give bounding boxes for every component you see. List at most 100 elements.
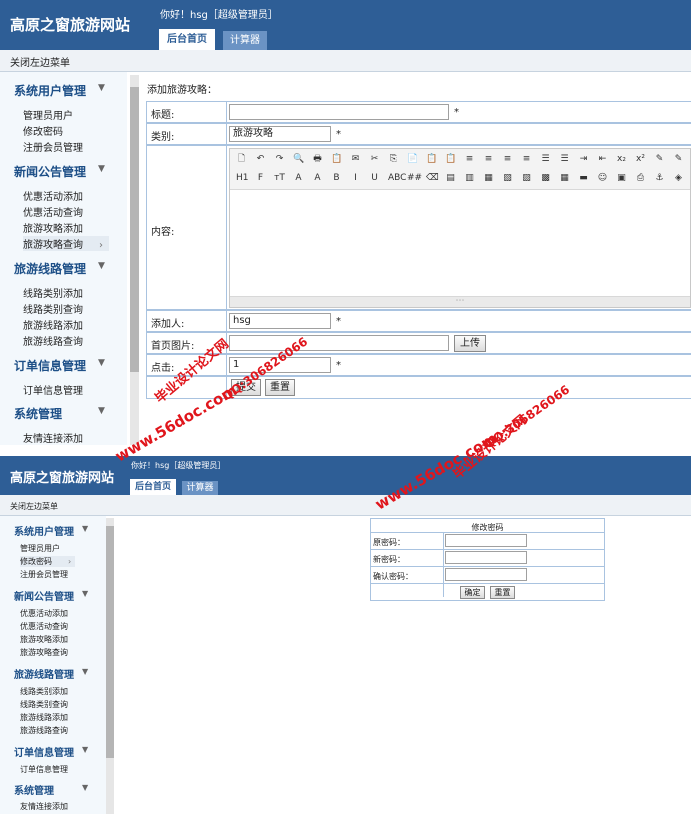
group-routes[interactable]: 旅游线路管理 ▼ [14,260,105,277]
menu-friend-link-add[interactable]: 友情连接添加 [23,430,83,445]
upload-button[interactable]: 上传 [454,335,486,352]
editor-tool-icon[interactable]: ✂ [369,154,380,165]
menu-member-manage[interactable]: 注册会员管理 [23,139,83,154]
editor-tool-icon[interactable]: ✎ [673,154,684,165]
menu-route-query[interactable]: 旅游线路查询 [20,725,68,736]
group-routes[interactable]: 旅游线路管理 ▼ [14,666,88,681]
editor-tool-icon[interactable]: H1 [236,173,249,184]
rich-text-editor[interactable]: 🗋 ↶ ↷ 🔍 🖶 📋 ✉ ✂ ⎘ 📄 📋 📋 ≡ ≡ ≡ ≡ ☰ ☰ ⇥ ⇤ x₂ x² ✎ ✎ H1 FтT A A B I U ABC… [229,148,691,308]
menu-route-cat-query[interactable]: 线路类别查询 [20,699,68,710]
editor-tool-icon[interactable]: ▦ [483,173,494,184]
old-password-input[interactable] [445,534,527,547]
editor-tool-icon[interactable]: ⇤ [597,154,608,165]
menu-strategy-query[interactable]: 旅游攻略查询 › [23,236,109,251]
group-orders[interactable]: 订单信息管理 ▼ [14,357,105,374]
scrollbar-thumb[interactable] [106,526,114,758]
reset-button[interactable]: 重置 [265,379,295,396]
editor-tool-icon[interactable]: ≡ [464,154,475,165]
menu-order-manage[interactable]: 订单信息管理 [20,764,68,775]
editor-tool-icon[interactable]: I [350,173,361,184]
menu-promo-add[interactable]: 优惠活动添加 [20,608,68,619]
editor-tool-icon[interactable]: ◈ [673,173,684,184]
editor-tool-icon[interactable]: ↶ [255,154,266,165]
menu-friend-link-add[interactable]: 友情连接添加 [20,801,68,812]
menu-promo-add[interactable]: 优惠活动添加 [23,188,83,203]
editor-tool-icon[interactable]: 🔍 [293,154,304,165]
editor-tool-icon[interactable]: 🗋 [236,154,247,165]
editor-tool-icon[interactable]: ⇥ [578,154,589,165]
editor-tool-icon[interactable]: B [331,173,342,184]
group-system[interactable]: 系统管理 ▼ [14,405,105,422]
editor-tool-icon[interactable]: ▦ [559,173,570,184]
editor-tool-icon[interactable]: F [255,173,266,184]
editor-tool-icon[interactable]: x² [635,154,646,165]
editor-tool-icon[interactable]: ⚓ [654,173,665,184]
group-system[interactable]: 系统管理 ▼ [14,782,88,797]
editor-tool-icon[interactable]: x₂ [616,154,627,165]
editor-tool-icon[interactable]: ☺ [597,173,608,184]
editor-tool-icon[interactable]: 📋 [426,154,437,165]
group-system-users[interactable]: 系统用户管理 ▼ [14,523,88,538]
editor-tool-icon[interactable]: ABC [388,173,406,184]
menu-route-query[interactable]: 旅游线路查询 [23,333,83,348]
menu-change-password[interactable]: 修改密码 › [20,556,76,567]
menu-promo-query[interactable]: 优惠活动查询 [20,621,68,632]
editor-tool-icon[interactable]: ▧ [502,173,513,184]
menu-order-manage[interactable]: 订单信息管理 [23,382,83,397]
tab-home[interactable]: 后台首页 [159,29,215,50]
group-news[interactable]: 新闻公告管理 ▼ [14,163,105,180]
editor-tool-icon[interactable]: 📋 [445,154,456,165]
editor-tool-icon[interactable]: ⎙ [635,173,646,184]
close-left-menu-link[interactable]: 关闭左边菜单 [10,501,58,512]
editor-tool-icon[interactable]: ≡ [521,154,532,165]
editor-tool-icon[interactable]: ▨ [521,173,532,184]
category-input[interactable]: 旅游攻略 [229,126,331,142]
editor-body[interactable] [230,190,690,298]
reset-button[interactable]: 重置 [490,586,515,599]
tab-home[interactable]: 后台首页 [130,479,176,495]
editor-tool-icon[interactable]: ☰ [540,154,551,165]
editor-tool-icon[interactable]: 📄 [407,154,418,165]
editor-tool-icon[interactable]: U [369,173,380,184]
scrollbar-thumb[interactable] [130,87,139,372]
editor-tool-icon[interactable]: ≡ [502,154,513,165]
editor-tool-icon[interactable]: ▩ [540,173,551,184]
editor-tool-icon[interactable]: ▣ [616,173,627,184]
menu-route-add[interactable]: 旅游线路添加 [23,317,83,332]
sidebar-scrollbar[interactable] [130,75,139,445]
tab-calculator[interactable]: 计算器 [182,481,218,495]
editor-tool-icon[interactable]: ▬ [578,173,589,184]
editor-tool-icon[interactable]: A [293,173,304,184]
close-left-menu-link[interactable]: 关闭左边菜单 [10,54,70,69]
editor-tool-icon[interactable]: ▥ [464,173,475,184]
menu-admin-users[interactable]: 管理员用户 [23,107,73,122]
editor-tool-icon[interactable]: ▤ [445,173,456,184]
menu-route-cat-add[interactable]: 线路类别添加 [23,285,83,300]
menu-admin-users[interactable]: 管理员用户 [20,543,60,554]
editor-tool-icon[interactable]: ## [407,173,422,184]
group-news[interactable]: 新闻公告管理 ▼ [14,588,88,603]
editor-tool-icon[interactable]: ✎ [654,154,665,165]
editor-tool-icon[interactable]: ✉ [350,154,361,165]
confirm-password-input[interactable] [445,568,527,581]
menu-change-password[interactable]: 修改密码 [23,123,63,138]
menu-route-cat-add[interactable]: 线路类别添加 [20,686,68,697]
confirm-button[interactable]: 确定 [460,586,485,599]
editor-tool-icon[interactable]: тT [274,173,285,184]
editor-tool-icon[interactable]: 🖶 [312,154,323,165]
group-orders[interactable]: 订单信息管理 ▼ [14,744,88,759]
menu-promo-query[interactable]: 优惠活动查询 [23,204,83,219]
editor-tool-icon[interactable]: ⎘ [388,154,399,165]
editor-tool-icon[interactable]: ≡ [483,154,494,165]
editor-tool-icon[interactable]: ⌫ [426,173,439,184]
group-system-users[interactable]: 系统用户管理 ▼ [14,82,105,99]
author-input[interactable]: hsg [229,313,331,329]
editor-tool-icon[interactable]: 📋 [331,154,342,165]
sidebar-scrollbar[interactable] [106,518,114,814]
image-path-input[interactable] [229,335,449,351]
editor-tool-icon[interactable]: ↷ [274,154,285,165]
menu-strategy-add[interactable]: 旅游攻略添加 [20,634,68,645]
editor-tool-icon[interactable]: A [312,173,323,184]
title-input[interactable] [229,104,449,120]
tab-calculator[interactable]: 计算器 [223,31,267,50]
